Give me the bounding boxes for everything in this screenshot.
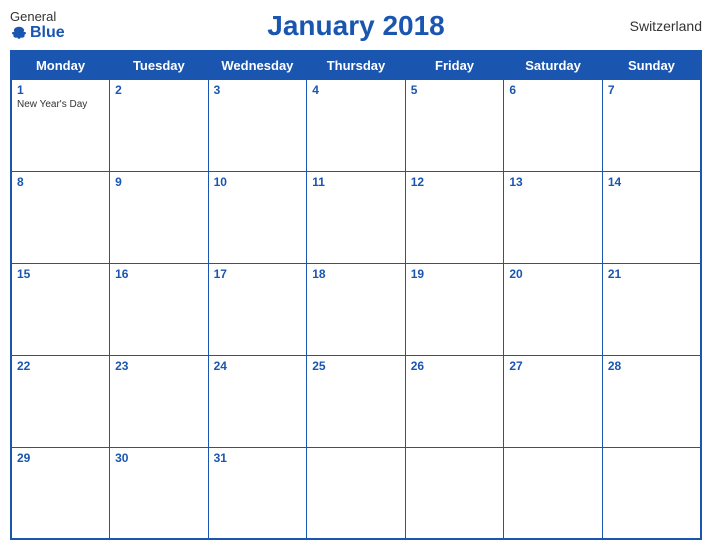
day-number: 7 (608, 83, 695, 97)
table-row: 1 New Year's Day (11, 80, 110, 172)
table-row: 16 (110, 263, 209, 355)
table-row: 22 (11, 355, 110, 447)
day-number: 5 (411, 83, 499, 97)
day-number: 31 (214, 451, 302, 465)
week-row-3: 15 16 17 18 19 20 21 (11, 263, 701, 355)
logo-bird-icon (10, 24, 28, 42)
table-row: 12 (405, 171, 504, 263)
header-wednesday: Wednesday (208, 51, 307, 80)
header-sunday: Sunday (602, 51, 701, 80)
day-number: 2 (115, 83, 203, 97)
weekday-header-row: Monday Tuesday Wednesday Thursday Friday… (11, 51, 701, 80)
table-row: 5 (405, 80, 504, 172)
header-monday: Monday (11, 51, 110, 80)
day-number: 17 (214, 267, 302, 281)
table-row: 30 (110, 447, 209, 539)
day-number: 11 (312, 175, 400, 189)
calendar-wrapper: General Blue January 2018 Switzerland Mo… (0, 0, 712, 550)
table-row: 8 (11, 171, 110, 263)
table-row: 17 (208, 263, 307, 355)
day-number: 15 (17, 267, 104, 281)
table-row (602, 447, 701, 539)
calendar-table: Monday Tuesday Wednesday Thursday Friday… (10, 50, 702, 540)
day-number: 1 (17, 83, 104, 97)
table-row: 27 (504, 355, 603, 447)
table-row: 28 (602, 355, 701, 447)
day-number: 19 (411, 267, 499, 281)
country-label: Switzerland (630, 18, 702, 34)
day-number: 22 (17, 359, 104, 373)
table-row: 18 (307, 263, 406, 355)
day-number: 14 (608, 175, 695, 189)
day-number: 8 (17, 175, 104, 189)
header-saturday: Saturday (504, 51, 603, 80)
table-row: 31 (208, 447, 307, 539)
table-row: 2 (110, 80, 209, 172)
day-number: 25 (312, 359, 400, 373)
day-number: 10 (214, 175, 302, 189)
week-row-4: 22 23 24 25 26 27 28 (11, 355, 701, 447)
table-row: 6 (504, 80, 603, 172)
day-number: 28 (608, 359, 695, 373)
day-number: 29 (17, 451, 104, 465)
table-row: 7 (602, 80, 701, 172)
table-row: 13 (504, 171, 603, 263)
table-row: 14 (602, 171, 701, 263)
day-number: 23 (115, 359, 203, 373)
day-number: 16 (115, 267, 203, 281)
table-row: 9 (110, 171, 209, 263)
day-number: 4 (312, 83, 400, 97)
day-number: 30 (115, 451, 203, 465)
day-number: 6 (509, 83, 597, 97)
logo-general-text: General (10, 10, 56, 24)
day-number: 26 (411, 359, 499, 373)
table-row (504, 447, 603, 539)
table-row: 11 (307, 171, 406, 263)
day-number: 20 (509, 267, 597, 281)
week-row-2: 89 10 11 12 13 14 (11, 171, 701, 263)
day-number: 18 (312, 267, 400, 281)
day-number: 13 (509, 175, 597, 189)
table-row: 23 (110, 355, 209, 447)
table-row: 15 (11, 263, 110, 355)
calendar-header: General Blue January 2018 Switzerland (10, 10, 702, 42)
table-row: 3 (208, 80, 307, 172)
logo-blue-text: Blue (10, 24, 65, 42)
day-number: 12 (411, 175, 499, 189)
week-row-5: 29 30 31 (11, 447, 701, 539)
day-number: 24 (214, 359, 302, 373)
week-row-1: 1 New Year's Day 234567 (11, 80, 701, 172)
day-number: 3 (214, 83, 302, 97)
table-row (307, 447, 406, 539)
table-row: 24 (208, 355, 307, 447)
table-row: 20 (504, 263, 603, 355)
table-row: 19 (405, 263, 504, 355)
table-row: 10 (208, 171, 307, 263)
header-tuesday: Tuesday (110, 51, 209, 80)
table-row: 4 (307, 80, 406, 172)
table-row: 21 (602, 263, 701, 355)
header-friday: Friday (405, 51, 504, 80)
table-row: 29 (11, 447, 110, 539)
day-number: 27 (509, 359, 597, 373)
table-row: 25 (307, 355, 406, 447)
day-number: 21 (608, 267, 695, 281)
calendar-title: January 2018 (267, 10, 444, 42)
day-number: 9 (115, 175, 203, 189)
table-row (405, 447, 504, 539)
header-thursday: Thursday (307, 51, 406, 80)
logo: General Blue (10, 10, 65, 42)
table-row: 26 (405, 355, 504, 447)
holiday-text: New Year's Day (17, 99, 104, 110)
